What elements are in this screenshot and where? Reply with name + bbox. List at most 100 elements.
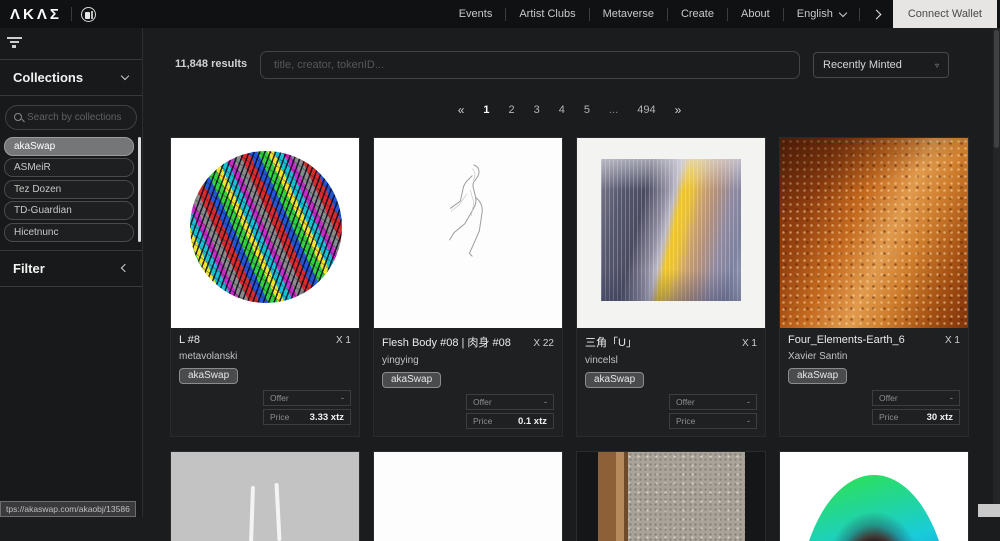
collections-accordion-header[interactable]: Collections	[0, 60, 142, 95]
nav-collapse-button[interactable]	[860, 0, 893, 28]
nft-creator: vincelsl	[585, 355, 757, 366]
nft-card[interactable]	[170, 451, 360, 541]
offer-value: -	[950, 393, 953, 403]
nft-title: Four_Elements-Earth_6	[788, 334, 905, 346]
collection-item-asmeir[interactable]: ASMeiR	[4, 158, 134, 177]
collection-item-tez-dozen[interactable]: Tez Dozen	[4, 180, 134, 199]
nft-image	[171, 452, 359, 541]
language-selector[interactable]: English	[784, 0, 859, 28]
offer-label: Offer	[676, 397, 695, 407]
collection-badge[interactable]: akaSwap	[585, 372, 644, 388]
price-label: Price	[473, 416, 492, 426]
sidebar: Collections akaSwap ASMeiR Tez Dozen TD-…	[0, 28, 143, 517]
filter-lines-icon[interactable]	[0, 28, 142, 59]
main-content: 11,848 results Recently Minted ▿ « 1 2 3…	[143, 28, 993, 517]
nft-image	[780, 452, 968, 541]
offer-row: Offer -	[669, 394, 757, 410]
nft-card[interactable]: 三角「U」 X 1 vincelsl akaSwap Offer - Price…	[576, 137, 766, 437]
sort-value: Recently Minted	[823, 59, 902, 71]
page-scrollbar-track[interactable]	[993, 28, 1000, 517]
price-rows: Offer - Price 3.33 xtz	[179, 390, 351, 425]
nft-card[interactable]: L #8 X 1 metavolanski akaSwap Offer - Pr…	[170, 137, 360, 437]
collection-item-hicetnunc[interactable]: Hicetnunc	[4, 223, 134, 242]
card-info: Flesh Body #08 | 肉身 #08 X 22 yingying ak…	[374, 328, 562, 436]
collection-item-td-guardian[interactable]: TD-Guardian	[4, 201, 134, 220]
logo[interactable]: ΛΚΛΣ	[0, 6, 96, 23]
logo-text: ΛΚΛΣ	[10, 6, 62, 23]
collection-item-akaswap[interactable]: akaSwap	[4, 137, 134, 156]
card-info: Four_Elements-Earth_6 X 1 Xavier Santin …	[780, 328, 968, 432]
page-scrollbar-thumb[interactable]	[994, 30, 999, 148]
offer-value: -	[747, 397, 750, 407]
nft-edition: X 1	[742, 338, 757, 349]
nav-menu: Events Artist Clubs Metaverse Create Abo…	[446, 0, 1000, 28]
page-button-2[interactable]: 2	[504, 102, 520, 118]
collections-list: akaSwap ASMeiR Tez Dozen TD-Guardian Hic…	[4, 137, 134, 242]
nav-item-about[interactable]: About	[728, 0, 783, 28]
results-count: 11,848 results	[175, 58, 247, 70]
price-row: Price 3.33 xtz	[263, 409, 351, 425]
price-row: Price 0.1 xtz	[466, 413, 554, 429]
chevron-down-icon	[839, 8, 847, 16]
nft-card[interactable]	[779, 451, 969, 541]
offer-value: -	[341, 393, 344, 403]
nft-image	[577, 452, 765, 541]
nav-item-metaverse[interactable]: Metaverse	[590, 0, 667, 28]
offer-row: Offer -	[263, 390, 351, 406]
price-value: 0.1 xtz	[518, 416, 547, 427]
collection-badge[interactable]: akaSwap	[382, 372, 441, 388]
nav-item-events[interactable]: Events	[446, 0, 506, 28]
nft-card[interactable]	[576, 451, 766, 541]
sort-dropdown[interactable]: Recently Minted ▿	[813, 52, 949, 78]
nft-edition: X 22	[533, 338, 554, 349]
nft-edition: X 1	[336, 335, 351, 346]
connect-wallet-button[interactable]: Connect Wallet	[893, 0, 997, 28]
page-button-1[interactable]: 1	[478, 102, 494, 118]
caret-down-icon: ▿	[935, 61, 939, 70]
page-button-4[interactable]: 4	[554, 102, 570, 118]
page-next-button[interactable]: »	[670, 101, 687, 119]
price-row: Price 30 xtz	[872, 409, 960, 425]
nft-creator: yingying	[382, 355, 554, 366]
price-value: 30 xtz	[927, 412, 953, 423]
search-icon	[14, 113, 22, 121]
nft-title: 三角「U」	[585, 334, 637, 350]
page-ellipsis: ...	[604, 102, 623, 118]
search-input[interactable]	[260, 51, 800, 79]
offer-value: -	[544, 397, 547, 407]
chevron-right-icon	[871, 9, 881, 19]
collections-search-input[interactable]	[27, 112, 128, 123]
nft-card[interactable]	[373, 451, 563, 541]
page-button-3[interactable]: 3	[529, 102, 545, 118]
link-status-tooltip: tps://akaswap.com/akaobj/13586	[0, 501, 136, 517]
nft-image	[374, 138, 562, 328]
card-info: L #8 X 1 metavolanski akaSwap Offer - Pr…	[171, 328, 359, 432]
page-button-494[interactable]: 494	[632, 102, 660, 118]
nft-image	[171, 138, 359, 328]
price-label: Price	[676, 416, 695, 426]
nft-title: L #8	[179, 334, 200, 346]
nft-card[interactable]: Four_Elements-Earth_6 X 1 Xavier Santin …	[779, 137, 969, 437]
logo-mark-icon	[81, 7, 96, 22]
price-rows: Offer - Price -	[585, 394, 757, 429]
collection-badge[interactable]: akaSwap	[179, 368, 238, 384]
top-navbar: ΛΚΛΣ Events Artist Clubs Metaverse Creat…	[0, 0, 1000, 28]
price-rows: Offer - Price 0.1 xtz	[382, 394, 554, 429]
card-info: 三角「U」 X 1 vincelsl akaSwap Offer - Price…	[577, 328, 765, 436]
collections-scrollbar-thumb[interactable]	[138, 137, 141, 242]
collections-label: Collections	[13, 70, 83, 85]
filter-accordion-header[interactable]: Filter	[0, 251, 142, 286]
nav-item-create[interactable]: Create	[668, 0, 727, 28]
filter-label: Filter	[13, 261, 45, 276]
collection-badge[interactable]: akaSwap	[788, 368, 847, 384]
page-prev-button[interactable]: «	[453, 101, 470, 119]
price-row: Price -	[669, 413, 757, 429]
price-value: -	[747, 416, 750, 426]
offer-row: Offer -	[872, 390, 960, 406]
wireframe-figure	[427, 153, 517, 271]
offer-label: Offer	[879, 393, 898, 403]
divider	[0, 95, 142, 96]
nav-item-artist-clubs[interactable]: Artist Clubs	[506, 0, 588, 28]
nft-card[interactable]: Flesh Body #08 | 肉身 #08 X 22 yingying ak…	[373, 137, 563, 437]
page-button-5[interactable]: 5	[579, 102, 595, 118]
